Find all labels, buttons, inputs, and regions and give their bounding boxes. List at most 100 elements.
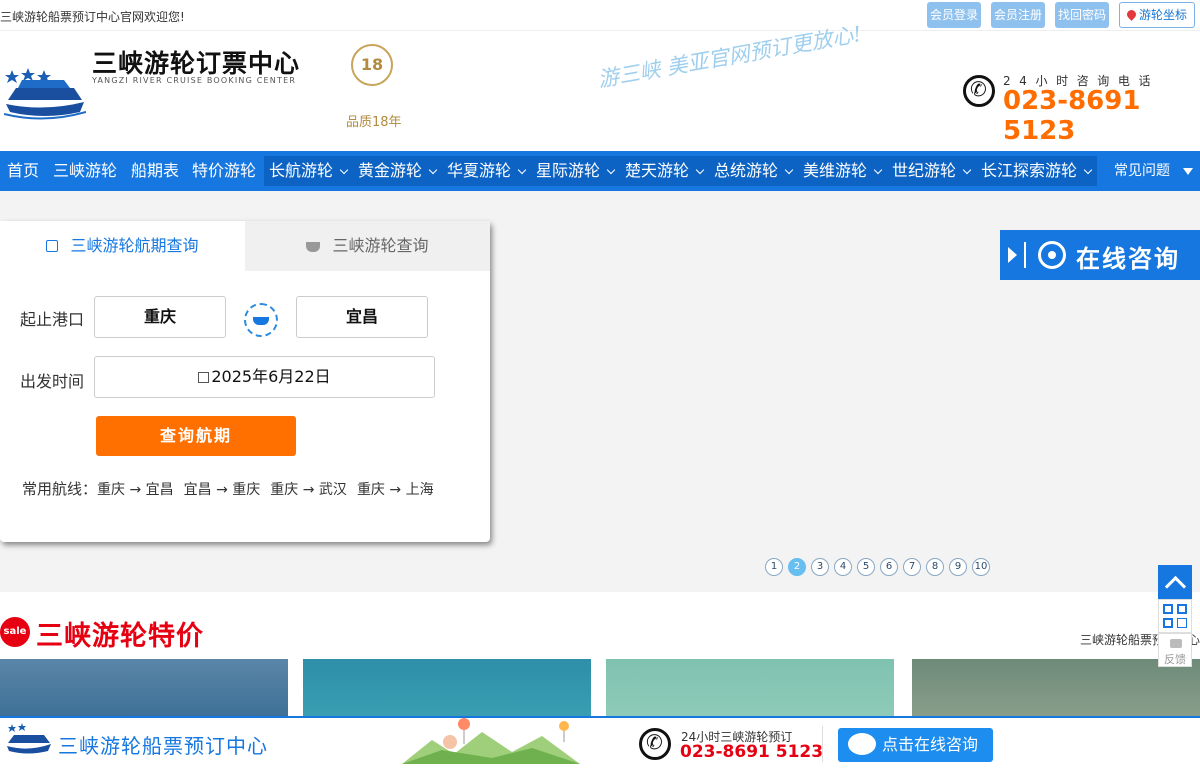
carousel-dot[interactable]: 7	[903, 558, 921, 576]
tab-cruise-search[interactable]: 三峡游轮查询	[245, 221, 490, 271]
swap-ports-icon[interactable]	[244, 303, 278, 337]
sale-icon: sale	[0, 617, 30, 647]
route-link[interactable]: 重庆 → 武汉	[270, 482, 347, 498]
cruise-coordinate-label: 游轮坐标	[1138, 8, 1187, 22]
nav-huaxia[interactable]: 华夏游轮	[442, 156, 531, 186]
nav-faq[interactable]: 常见问题	[1114, 151, 1193, 191]
date-field[interactable]: 2025年6月22日	[94, 356, 435, 398]
chevron-down-icon	[695, 165, 705, 175]
feedback-button[interactable]: 反馈	[1158, 633, 1192, 667]
back-to-top-icon[interactable]	[1158, 565, 1192, 599]
carousel-dot[interactable]: 8	[926, 558, 944, 576]
qr-code-icon[interactable]	[1158, 599, 1192, 633]
phone-icon	[639, 728, 671, 760]
from-port-field[interactable]: 重庆	[94, 296, 226, 338]
footer-chat-label: 点击在线咨询	[882, 735, 979, 754]
port-label: 起止港口	[20, 310, 85, 329]
routes-label: 常用航线：	[22, 480, 98, 498]
main-nav: 首页 三峡游轮 船期表 特价游轮 长航游轮 黄金游轮 华夏游轮 星际游轮 楚天游…	[0, 151, 1200, 191]
chevron-down-icon	[517, 165, 527, 175]
tab-schedule-search[interactable]: 三峡游轮航期查询	[0, 221, 245, 271]
carousel-dot[interactable]: 3	[811, 558, 829, 576]
quality-badge-icon: 18	[351, 44, 393, 86]
chevron-down-icon	[428, 165, 438, 175]
recover-password-button[interactable]: 找回密码	[1055, 2, 1109, 28]
top-bar: 三峡游轮船票预订中心官网欢迎您! 会员登录 会员注册 找回密码 游轮坐标	[0, 0, 1200, 31]
feedback-label: 反馈	[1164, 653, 1186, 666]
nav-faq-label: 常见问题	[1114, 163, 1170, 179]
tab-schedule-label: 三峡游轮航期查询	[70, 236, 199, 255]
login-button[interactable]: 会员登录	[927, 2, 981, 28]
cruise-thumbnail[interactable]	[606, 659, 894, 719]
online-consult-button[interactable]: 在线咨询	[1000, 230, 1200, 280]
cruise-thumbnail[interactable]	[0, 659, 288, 719]
chevron-down-icon	[339, 165, 349, 175]
footer-logo-text[interactable]: 三峡游轮船票预订中心	[58, 730, 268, 759]
cruise-coordinate-button[interactable]: 游轮坐标	[1119, 2, 1195, 28]
carousel-dot[interactable]: 10	[972, 558, 990, 576]
chevron-down-icon	[873, 165, 883, 175]
ship-icon	[306, 242, 321, 252]
nav-yangtze-explorer-label: 长江探索游轮	[981, 161, 1078, 180]
common-routes: 常用航线：重庆 → 宜昌 宜昌 → 重庆 重庆 → 武汉 重庆 → 上海	[22, 478, 444, 499]
footer-bar: 三峡游轮船票预订中心 24小时三峡游轮预订 023-8691 5123 点击在线…	[0, 716, 1200, 768]
register-button[interactable]: 会员注册	[991, 2, 1045, 28]
section-title: 三峡游轮特价	[36, 621, 204, 652]
nav-chutian-label: 楚天游轮	[625, 161, 690, 180]
nav-schedule[interactable]: 船期表	[131, 151, 179, 191]
nav-changhang[interactable]: 长航游轮	[264, 156, 353, 186]
nav-special-price[interactable]: 特价游轮	[192, 151, 256, 191]
date-value: 2025年6月22日	[211, 367, 331, 386]
welcome-text: 三峡游轮船票预订中心官网欢迎您!	[0, 10, 185, 24]
nav-zongtong-label: 总统游轮	[714, 161, 779, 180]
cruise-thumbnail[interactable]	[912, 659, 1200, 719]
online-consult-label: 在线咨询	[1076, 245, 1180, 273]
nav-huangjin-label: 黄金游轮	[358, 161, 423, 180]
chevron-down-icon	[962, 165, 972, 175]
nav-changhang-label: 长航游轮	[269, 161, 334, 180]
divider	[822, 726, 823, 762]
nav-zongtong[interactable]: 总统游轮	[709, 156, 798, 186]
nav-meiwei-label: 美维游轮	[803, 161, 868, 180]
ship-logo-icon[interactable]	[4, 66, 86, 122]
caret-down-icon	[1183, 168, 1193, 175]
carousel-dot[interactable]: 9	[949, 558, 967, 576]
to-port-field[interactable]: 宜昌	[296, 296, 428, 338]
hotline-number: 023-8691 5123	[1003, 86, 1141, 146]
quality-badge-label: 品质18年	[346, 115, 402, 130]
carousel-dot[interactable]: 4	[834, 558, 852, 576]
nav-chutian[interactable]: 楚天游轮	[620, 156, 709, 186]
calendar-icon	[198, 372, 210, 383]
ship-logo-icon	[7, 723, 51, 754]
route-link[interactable]: 重庆 → 上海	[357, 482, 434, 498]
carousel-dot[interactable]: 6	[880, 558, 898, 576]
radar-icon	[1038, 241, 1066, 269]
decorative-illustration	[402, 718, 580, 764]
nav-huaxia-label: 华夏游轮	[447, 161, 512, 180]
nav-shiji-label: 世纪游轮	[892, 161, 957, 180]
carousel-dot-active[interactable]: 2	[788, 558, 806, 576]
date-label: 出发时间	[20, 372, 85, 391]
nav-home[interactable]: 首页	[7, 151, 39, 191]
nav-huangjin[interactable]: 黄金游轮	[353, 156, 442, 186]
divider	[1024, 242, 1026, 268]
footer-chat-button[interactable]: 点击在线咨询	[838, 728, 993, 762]
route-link[interactable]: 宜昌 → 重庆	[184, 482, 261, 498]
nav-meiwei[interactable]: 美维游轮	[798, 156, 887, 186]
nav-shiji[interactable]: 世纪游轮	[887, 156, 976, 186]
logo-subtitle: YANGZI RIVER CRUISE BOOKING CENTER	[92, 76, 297, 85]
carousel-dot[interactable]: 5	[857, 558, 875, 576]
route-link[interactable]: 重庆 → 宜昌	[97, 482, 174, 498]
nav-yangtze-explorer[interactable]: 长江探索游轮	[976, 156, 1097, 186]
cruise-thumbnail[interactable]	[303, 659, 591, 719]
chevron-down-icon	[606, 165, 616, 175]
carousel-dot[interactable]: 1	[765, 558, 783, 576]
logo-title[interactable]: 三峡游轮订票中心	[92, 44, 300, 80]
chat-bubble-icon	[848, 733, 876, 755]
search-schedule-button[interactable]: 查询航期	[96, 416, 296, 456]
nav-xingji[interactable]: 星际游轮	[531, 156, 620, 186]
nav-three-gorges-cruise[interactable]: 三峡游轮	[53, 151, 117, 191]
chevron-down-icon	[1083, 165, 1093, 175]
nav-xingji-label: 星际游轮	[536, 161, 601, 180]
calendar-icon	[46, 240, 59, 252]
